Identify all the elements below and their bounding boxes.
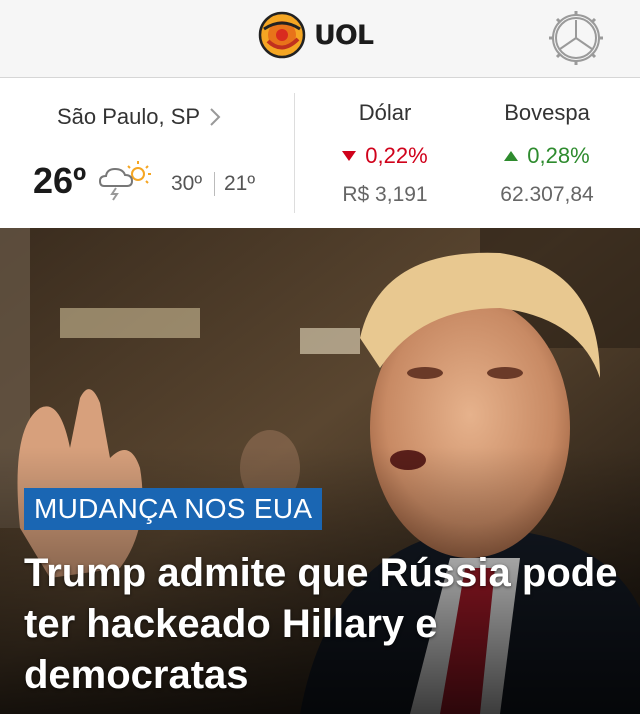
market-change: 0,22% [310,143,460,169]
brand-name: UOL [314,19,374,51]
current-temperature: 26º [33,160,87,201]
market-change: 0,28% [472,143,622,169]
arrow-down-icon [342,151,357,161]
market-dolar[interactable]: Dólar 0,22% R$ 3,191 [310,100,460,207]
story-headline[interactable]: Trump admite que Rússia pode ter hackead… [24,548,624,701]
story-category-tag[interactable]: MUDANÇA NOS EUA [24,488,323,530]
cloud-sun-thunder-icon [98,161,151,201]
market-change-value: 0,22% [365,143,428,168]
location-label: São Paulo, SP [57,104,201,129]
uol-logo-icon [258,11,306,59]
market-name: Bovespa [504,100,590,125]
min-temperature: 21º [224,172,256,195]
top-header: UOL [0,0,640,78]
market-name: Dólar [358,100,412,125]
settings-gear-icon[interactable] [546,8,606,68]
max-temperature: 30º [171,172,203,195]
uol-logo[interactable]: UOL [258,10,374,60]
market-value: R$ 3,191 [342,183,428,206]
info-divider [294,93,295,213]
weather-location-link[interactable]: São Paulo, SP [57,104,222,130]
chevron-right-icon [210,108,221,126]
temperature-divider [214,172,215,196]
arrow-up-icon [504,151,519,161]
market-change-value: 0,28% [527,143,590,168]
market-value: 62.307,84 [500,183,594,206]
market-bovespa[interactable]: Bovespa 0,28% 62.307,84 [472,100,622,207]
